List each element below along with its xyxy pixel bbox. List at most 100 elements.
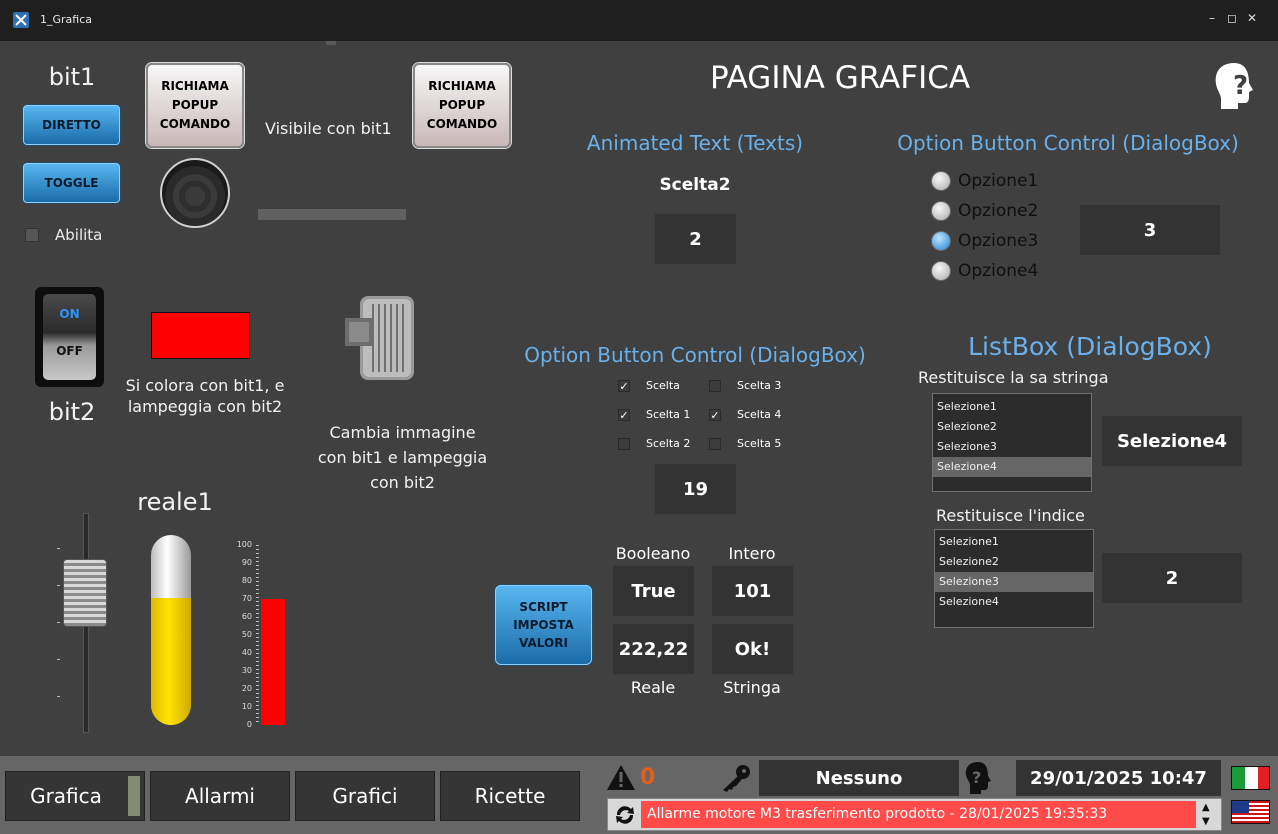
animated-text-value: Scelta2 <box>659 175 731 195</box>
minimize-button[interactable]: – <box>1205 11 1219 25</box>
option-check-title: Option Button Control (DialogBox) <box>524 343 866 367</box>
flag-italy-icon[interactable] <box>1231 766 1270 790</box>
checkbox-option-5[interactable] <box>709 438 721 450</box>
svg-text:?: ? <box>1233 71 1248 101</box>
scale-tick-label: 50 <box>241 630 252 639</box>
script-imposta-valori-button[interactable]: SCRIPT IMPOSTA VALORI <box>495 585 592 665</box>
bar-scale <box>256 545 259 725</box>
slider-handle[interactable] <box>63 559 107 627</box>
radio-option-label: Opzione2 <box>958 201 1039 221</box>
listbox-index[interactable]: Selezione1 Selezione2 Selezione3 Selezione4 <box>934 529 1094 628</box>
list-item[interactable]: Selezione3 <box>935 572 1093 592</box>
checkbox-option-label: Scelta 1 <box>646 408 691 421</box>
radio-option-3[interactable] <box>931 231 951 251</box>
listbox-index-label: Restituisce l'indice <box>936 506 1085 525</box>
toggle-button[interactable]: TOGGLE <box>23 163 120 203</box>
page-title: PAGINA GRAFICA <box>709 60 971 96</box>
scale-tick-label: 0 <box>246 720 252 729</box>
animated-text-number: 2 <box>655 214 736 264</box>
bit1-label: bit1 <box>48 63 96 91</box>
list-item[interactable]: Selezione4 <box>933 457 1091 477</box>
richiama-popup-button-2[interactable]: RICHIAMA POPUP COMANDO <box>413 63 511 148</box>
indicator-lamp <box>160 158 230 228</box>
switch-on-label: ON <box>59 307 80 321</box>
active-indicator <box>128 776 140 816</box>
animated-text-title: Animated Text (Texts) <box>586 131 804 155</box>
diretto-button[interactable]: DIRETTO <box>23 105 120 145</box>
list-item[interactable]: Selezione2 <box>933 417 1091 437</box>
tank-fill <box>151 597 191 725</box>
list-item[interactable]: Selezione1 <box>933 397 1091 417</box>
scale-tick-label: 70 <box>241 594 252 603</box>
checkbox-option-1[interactable]: ✓ <box>618 409 630 421</box>
listbox-string-label: Restituisce la sa stringa <box>918 368 1109 387</box>
reale-value: 222,22 <box>613 624 694 674</box>
list-item[interactable]: Selezione4 <box>935 592 1093 612</box>
scale-tick-label: 40 <box>241 648 252 657</box>
nav-allarmi-button[interactable]: Allarmi <box>150 771 290 821</box>
warning-icon[interactable] <box>606 764 636 791</box>
close-button[interactable]: ✕ <box>1245 11 1259 25</box>
nav-grafici-button[interactable]: Grafici <box>295 771 435 821</box>
app-logo-icon <box>13 12 29 28</box>
radio-option-4[interactable] <box>931 261 951 281</box>
scroll-up-icon[interactable]: ▲ <box>1202 802 1210 814</box>
refresh-icon[interactable] <box>613 804 637 826</box>
checkbox-option-4[interactable]: ✓ <box>709 409 721 421</box>
checkbox-option-label: Scelta 4 <box>737 408 782 421</box>
option-check-value: 19 <box>655 464 736 514</box>
progress-bar-flat <box>258 209 406 220</box>
list-item[interactable]: Selezione2 <box>935 552 1093 572</box>
richiama-popup-button-1[interactable]: RICHIAMA POPUP COMANDO <box>146 63 244 148</box>
nav-grafica-button[interactable]: Grafica <box>5 771 145 821</box>
small-marker <box>326 41 336 45</box>
option-radio-title: Option Button Control (DialogBox) <box>897 131 1239 155</box>
user-help-icon[interactable]: ? <box>964 761 992 795</box>
color-rectangle <box>151 312 250 359</box>
list-item[interactable]: Selezione1 <box>935 532 1093 552</box>
stringa-label: Stringa <box>723 678 781 697</box>
checkbox-option-3[interactable] <box>709 380 721 392</box>
radio-option-1[interactable] <box>931 171 951 191</box>
intero-label: Intero <box>728 544 776 563</box>
scale-tick-label: 100 <box>236 540 252 549</box>
scale-tick-label: 80 <box>241 576 252 585</box>
key-icon[interactable] <box>720 763 752 793</box>
alarm-message[interactable]: Allarme motore M3 trasferimento prodotto… <box>641 801 1196 828</box>
booleano-value: True <box>613 566 694 616</box>
window-title: 1_Grafica <box>40 13 93 26</box>
title-bar: 1_Grafica – ◻ ✕ <box>0 0 1278 41</box>
maximize-button[interactable]: ◻ <box>1225 11 1239 25</box>
on-off-switch[interactable]: ON OFF <box>35 287 104 387</box>
flag-usa-icon[interactable] <box>1231 800 1270 824</box>
svg-text:?: ? <box>972 768 981 787</box>
motor-icon <box>345 296 414 380</box>
help-head-icon[interactable]: ? <box>1212 60 1256 112</box>
abilita-checkbox[interactable] <box>25 228 39 242</box>
listbox-string[interactable]: Selezione1 Selezione2 Selezione3 Selezione4 <box>932 393 1092 492</box>
user-field[interactable]: Nessuno <box>759 760 959 796</box>
stringa-value: Ok! <box>712 624 793 674</box>
scale-tick-label: 20 <box>241 684 252 693</box>
bit2-label: bit2 <box>48 398 96 426</box>
slider-tick <box>57 659 60 660</box>
listbox-title: ListBox (DialogBox) <box>968 332 1212 361</box>
radio-option-2[interactable] <box>931 201 951 221</box>
motor-caption: Cambia immagine con bit1 e lampeggia con… <box>317 423 488 492</box>
booleano-label: Booleano <box>615 544 691 563</box>
intero-value: 101 <box>712 566 793 616</box>
tank-gauge <box>151 535 191 725</box>
abilita-label: Abilita <box>55 226 103 244</box>
radio-option-label: Opzione3 <box>958 231 1039 251</box>
option-radio-value: 3 <box>1080 205 1220 255</box>
slider-tick <box>57 696 60 697</box>
checkbox-option-2[interactable] <box>618 438 630 450</box>
checkbox-option-label: Scelta 2 <box>646 437 691 450</box>
nav-ricette-button[interactable]: Ricette <box>440 771 580 821</box>
checkbox-option-0[interactable]: ✓ <box>618 380 630 392</box>
scale-tick-label: 60 <box>241 612 252 621</box>
list-item[interactable]: Selezione3 <box>933 437 1091 457</box>
scroll-down-icon[interactable]: ▼ <box>1202 816 1210 828</box>
scale-tick-label: 10 <box>241 702 252 711</box>
bar-gauge <box>261 545 285 725</box>
